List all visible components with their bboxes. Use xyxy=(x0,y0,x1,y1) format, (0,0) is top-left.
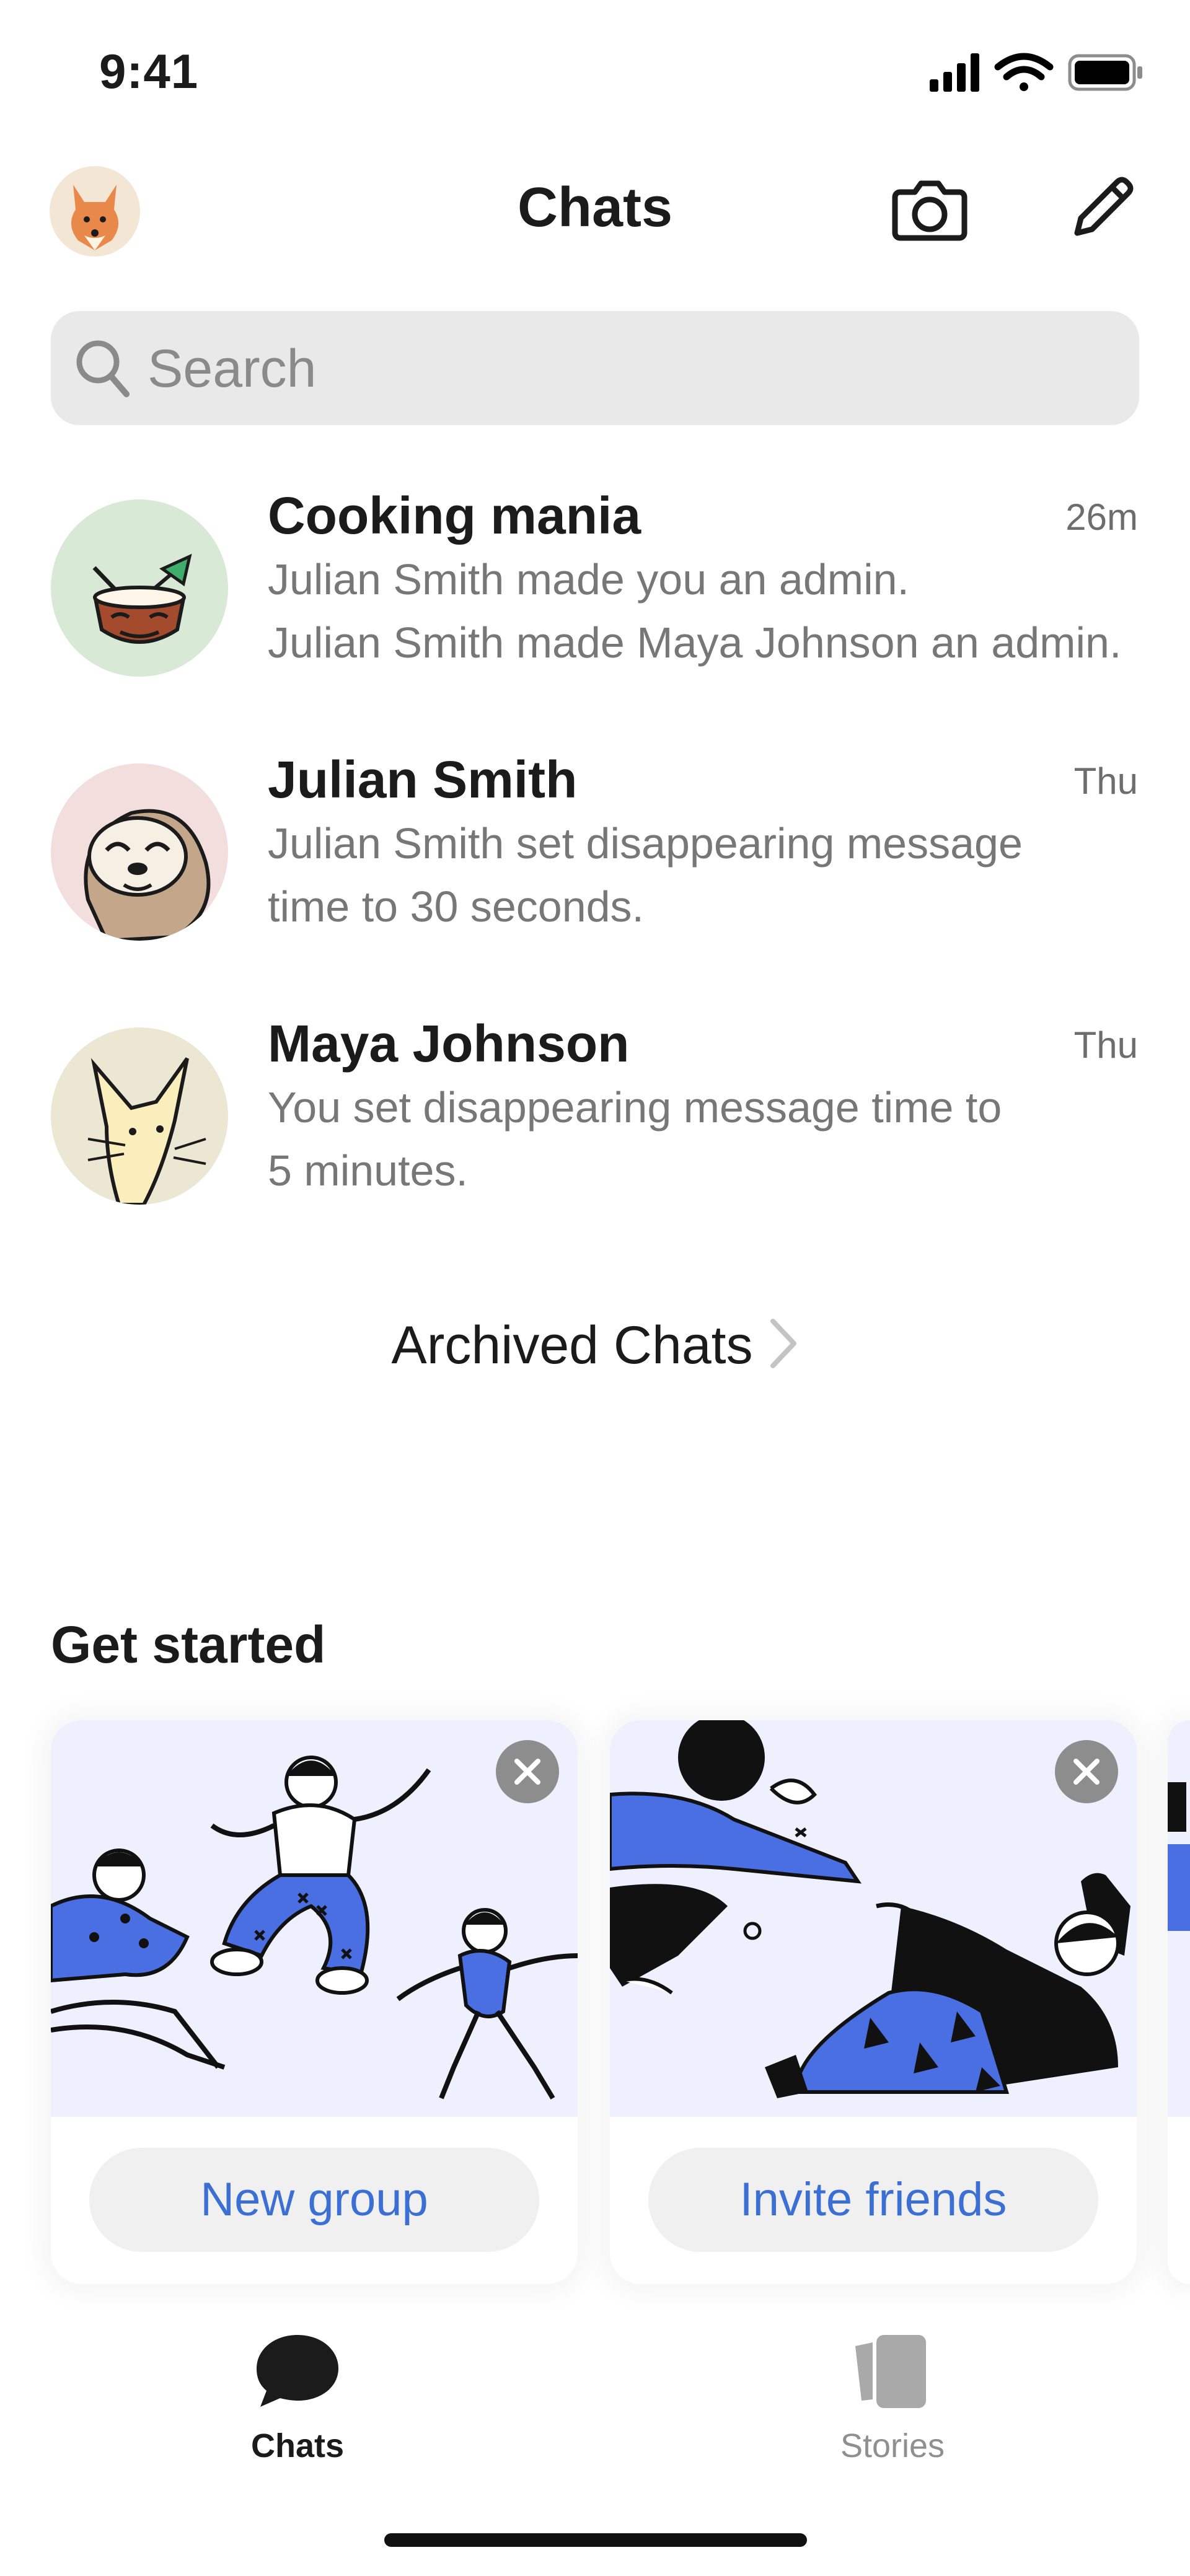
wifi-icon xyxy=(994,53,1054,91)
status-icons xyxy=(930,53,1142,92)
illustration-shape xyxy=(1168,1844,1190,1931)
new-group-button[interactable]: New group xyxy=(89,2148,539,2252)
chat-name: Maya Johnson xyxy=(268,1014,630,1073)
search-icon xyxy=(76,340,130,397)
new-group-card[interactable]: New group xyxy=(51,1720,578,2284)
tab-stories[interactable]: Stories xyxy=(769,2330,1016,2479)
dismiss-card-button[interactable] xyxy=(1055,1740,1118,1803)
stories-icon xyxy=(855,2335,926,2408)
cellular-signal-icon xyxy=(930,53,979,92)
chat-preview: You set disappearing message time to 5 m… xyxy=(268,1076,1142,1202)
chat-timestamp: Thu xyxy=(1073,760,1138,802)
search-input[interactable] xyxy=(148,335,1114,403)
chat-row-maya-johnson[interactable]: Maya Johnson Thu You set disappearing me… xyxy=(0,999,1190,1259)
archived-chats-link[interactable]: Archived Chats xyxy=(0,1315,1190,1376)
chat-preview-line: Julian Smith made you an admin. xyxy=(268,555,909,604)
chat-timestamp: 26m xyxy=(1065,496,1138,538)
chat-name: Julian Smith xyxy=(268,750,578,809)
chat-row-cooking-mania[interactable]: Cooking mania 26m Julian Smith made you … xyxy=(0,471,1190,731)
next-card-peek[interactable] xyxy=(1168,1720,1190,2284)
home-indicator xyxy=(384,2533,807,2547)
get-started-heading: Get started xyxy=(51,1615,326,1674)
battery-icon xyxy=(1068,54,1142,91)
chat-name: Cooking mania xyxy=(268,486,641,545)
illustration-shape xyxy=(1168,1782,1186,1832)
close-icon xyxy=(514,1759,540,1785)
tab-label: Stories xyxy=(840,2427,945,2464)
chat-row-julian-smith[interactable]: Julian Smith Thu Julian Smith set disapp… xyxy=(0,735,1190,995)
chat-preview-line: Julian Smith set disappearing message xyxy=(268,819,1023,868)
chat-preview-line: time to 30 seconds. xyxy=(268,882,644,931)
dismiss-card-button[interactable] xyxy=(496,1740,559,1803)
coconut-drink-avatar xyxy=(51,499,228,677)
chat-preview-line: Julian Smith made Maya Johnson an admin. xyxy=(268,618,1122,667)
camera-icon[interactable] xyxy=(891,175,968,243)
sloth-avatar xyxy=(51,763,228,941)
chat-preview-line: 5 minutes. xyxy=(268,1146,468,1195)
chevron-right-icon xyxy=(770,1319,796,1368)
close-icon xyxy=(1073,1759,1100,1785)
chat-preview: Julian Smith set disappearing message ti… xyxy=(268,812,1142,938)
invite-friends-button[interactable]: Invite friends xyxy=(648,2148,1098,2252)
chat-preview: Julian Smith made you an admin. Julian S… xyxy=(268,548,1142,674)
archived-chats-label: Archived Chats xyxy=(391,1316,753,1375)
page-title: Chats xyxy=(517,177,673,239)
chat-bubble-icon xyxy=(257,2335,338,2407)
invite-friends-card[interactable]: Invite friends xyxy=(610,1720,1137,2284)
tab-label: Chats xyxy=(250,2427,345,2464)
tab-chats[interactable]: Chats xyxy=(174,2330,421,2479)
compose-pencil-icon[interactable] xyxy=(1065,172,1138,245)
next-card-illustration xyxy=(1168,1720,1190,2117)
status-time: 9:41 xyxy=(99,44,199,99)
chat-timestamp: Thu xyxy=(1073,1024,1138,1066)
fox-avatar xyxy=(51,1027,228,1205)
chat-preview-line: You set disappearing message time to xyxy=(268,1083,1002,1132)
